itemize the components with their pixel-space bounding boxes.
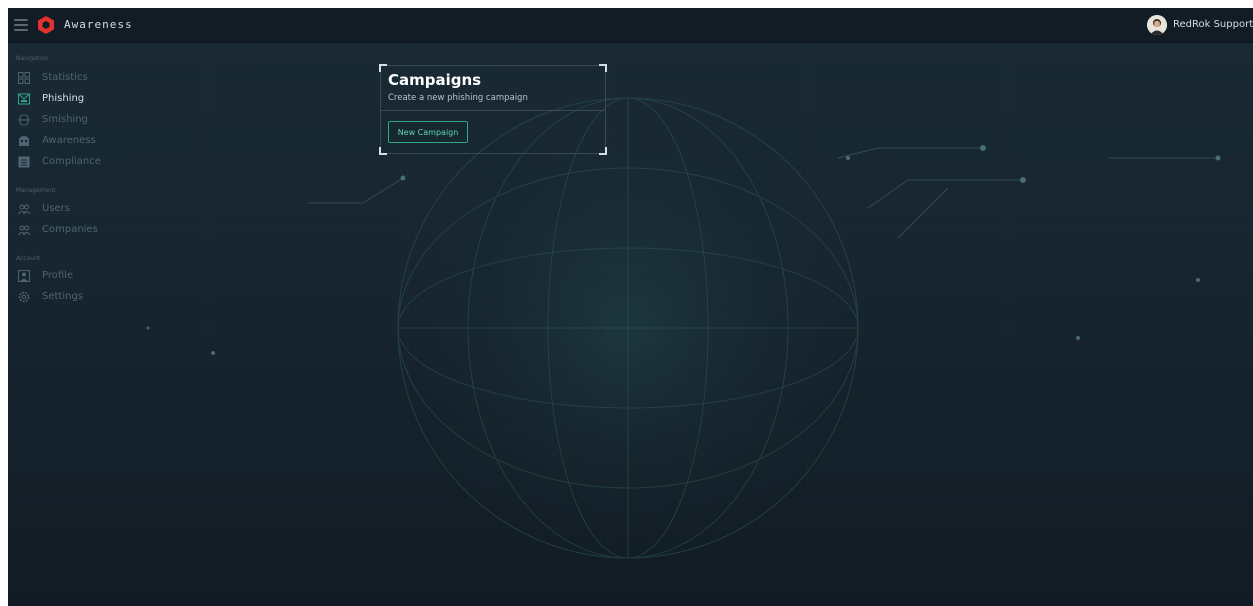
sidebar-item-label: Profile [42, 270, 74, 281]
settings-icon [18, 291, 30, 303]
sidebar-item-compliance[interactable]: Compliance [16, 154, 156, 170]
chart-icon [18, 72, 30, 84]
compliance-icon [18, 156, 30, 168]
page-title: Campaigns [388, 71, 482, 89]
sidebar-item-companies[interactable]: Companies [16, 222, 156, 238]
companies-icon [18, 225, 30, 236]
campaigns-card: Campaigns Create a new phishing campaign… [379, 64, 607, 155]
card-subtitle: Create a new phishing campaign [388, 93, 528, 103]
sidebar-item-label: Phishing [42, 93, 85, 104]
sidebar-item-label: Awareness [42, 135, 96, 146]
sidebar: Navigation Statistics Phishing Smishing … [8, 42, 158, 606]
sidebar-section-navigation: Navigation [16, 55, 49, 62]
sidebar-item-label: Settings [42, 291, 84, 302]
profile-icon [18, 270, 30, 282]
phone-icon [18, 114, 30, 126]
sidebar-item-label: Statistics [42, 72, 88, 83]
phishing-icon [18, 93, 30, 105]
sidebar-item-label: Compliance [42, 156, 101, 167]
user-name: RedRok Support [1173, 19, 1253, 30]
sidebar-item-users[interactable]: Users [16, 201, 156, 217]
redrok-logo-icon [38, 16, 54, 34]
card-corner [599, 64, 607, 72]
sidebar-item-label: Users [42, 203, 71, 214]
card-corner [379, 64, 387, 72]
app-window: Awareness RedRok Support Navigation Stat… [8, 8, 1253, 606]
sidebar-item-label: Companies [42, 224, 98, 235]
top-bar: Awareness RedRok Support [8, 8, 1253, 43]
sidebar-item-label: Smishing [42, 114, 88, 125]
app-title: Awareness [64, 18, 133, 31]
sidebar-item-settings[interactable]: Settings [16, 289, 156, 305]
awareness-icon [19, 136, 29, 146]
sidebar-item-smishing[interactable]: Smishing [16, 112, 156, 128]
user-menu[interactable]: RedRok Support [1143, 8, 1253, 42]
sidebar-item-profile[interactable]: Profile [16, 268, 156, 284]
sidebar-section-account: Account [16, 255, 41, 262]
avatar [1147, 15, 1167, 35]
hamburger-menu-icon[interactable] [14, 19, 28, 31]
card-corner [599, 147, 607, 155]
card-corner [379, 147, 387, 155]
sidebar-item-awareness[interactable]: Awareness [16, 133, 156, 149]
background-globe-art [8, 42, 1253, 606]
sidebar-item-phishing[interactable]: Phishing [16, 91, 156, 107]
card-divider [380, 110, 606, 111]
sidebar-item-statistics[interactable]: Statistics [16, 70, 156, 86]
sidebar-section-management: Management [16, 187, 56, 194]
users-icon [18, 204, 30, 215]
new-campaign-button[interactable]: New Campaign [388, 121, 468, 143]
